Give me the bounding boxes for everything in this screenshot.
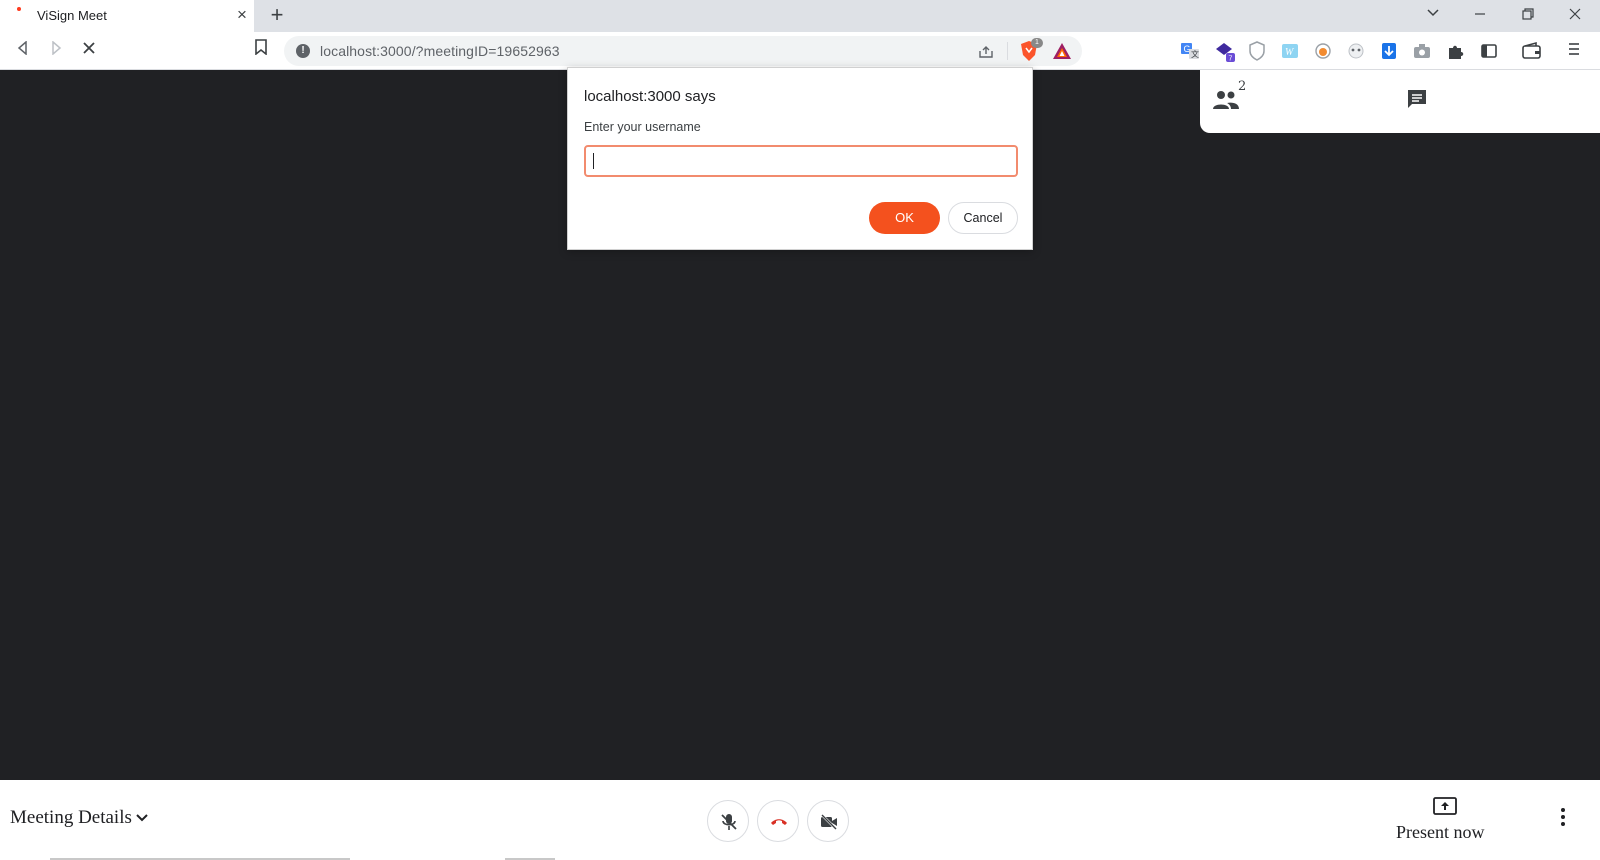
mute-mic-button[interactable] (707, 800, 749, 842)
username-prompt-dialog: localhost:3000 says Enter your username … (567, 67, 1033, 250)
puzzle-icon[interactable] (1446, 41, 1466, 61)
sidebar-icon[interactable] (1479, 41, 1499, 61)
omnibox-divider (1007, 42, 1008, 60)
meeting-details-toggle[interactable]: Meeting Details (10, 807, 132, 829)
wiki-icon[interactable]: W (1280, 41, 1300, 61)
username-input[interactable] (584, 145, 1018, 177)
meeting-controls-bar: Meeting Details Present now (0, 780, 1600, 860)
browser-toolbar: ! localhost:3000/?meetingID=19652963 1 G… (0, 32, 1600, 70)
dialog-message: Enter your username (584, 120, 701, 134)
close-window-icon[interactable] (1562, 4, 1588, 28)
hang-up-icon (771, 819, 787, 825)
participants-icon[interactable] (1212, 89, 1240, 111)
download-icon[interactable] (1379, 41, 1399, 61)
svg-text:7: 7 (1229, 56, 1233, 63)
browser-tab[interactable]: ViSign Meet × (0, 0, 254, 32)
wallet-icon[interactable] (1521, 41, 1541, 61)
tab-search-icon[interactable] (1420, 4, 1446, 28)
bookmark-icon[interactable] (249, 39, 273, 63)
ok-button[interactable]: OK (869, 202, 940, 234)
new-tab-button[interactable]: + (266, 4, 288, 26)
end-call-button[interactable] (757, 800, 799, 842)
dialog-title: localhost:3000 says (584, 88, 716, 105)
tab-close-icon[interactable]: × (232, 5, 252, 25)
text-caret (593, 153, 594, 169)
url-text[interactable]: localhost:3000/?meetingID=19652963 (320, 43, 560, 59)
stop-loading-icon[interactable] (77, 39, 101, 63)
menu-icon[interactable] (1567, 41, 1587, 61)
participant-count: 2 (1238, 79, 1247, 94)
present-screen-icon[interactable] (1432, 796, 1458, 816)
back-icon[interactable] (11, 39, 35, 63)
extension-badge-icon[interactable]: 7 (1214, 41, 1235, 63)
more-options-icon[interactable] (1560, 806, 1566, 828)
minimize-icon[interactable] (1467, 4, 1493, 28)
chevron-down-icon[interactable] (134, 810, 150, 826)
video-off-icon (821, 814, 837, 830)
share-icon[interactable] (977, 42, 995, 60)
translate-icon[interactable]: G文 (1180, 41, 1200, 61)
mic-off-icon (721, 814, 737, 830)
restore-icon[interactable] (1515, 4, 1541, 28)
forward-icon[interactable] (44, 39, 68, 63)
orange-extension-icon[interactable] (1313, 41, 1333, 61)
present-now-button[interactable]: Present now (1396, 822, 1485, 843)
panda-icon[interactable] (1346, 41, 1366, 61)
camera-toggle-button[interactable] (807, 800, 849, 842)
shields-count-badge: 1 (1031, 38, 1043, 48)
address-bar[interactable]: ! localhost:3000/?meetingID=19652963 1 (284, 36, 1082, 66)
site-info-icon[interactable]: ! (296, 44, 310, 58)
camera-icon[interactable] (1412, 41, 1432, 61)
tab-strip: ViSign Meet × + (0, 0, 1600, 32)
shield-icon[interactable] (1248, 41, 1268, 61)
tab-title: ViSign Meet (37, 8, 107, 23)
side-panel-tabs: 2 (1200, 70, 1600, 133)
brave-rewards-icon[interactable] (1052, 42, 1072, 60)
favicon-icon (17, 7, 21, 11)
svg-text:文: 文 (1191, 49, 1199, 59)
chat-icon[interactable] (1406, 88, 1428, 110)
cancel-button[interactable]: Cancel (948, 202, 1018, 234)
